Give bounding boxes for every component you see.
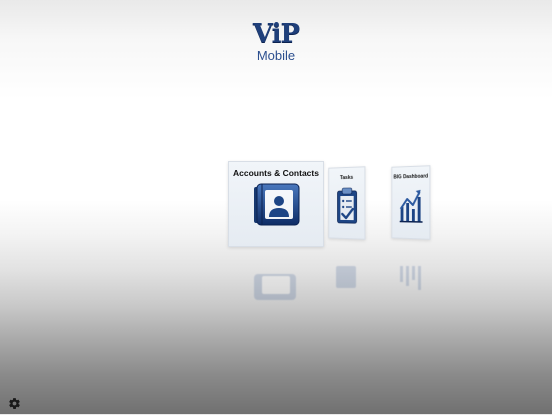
tile-reflection [400,266,421,290]
tile-label: Tasks [339,174,354,182]
address-book-icon [254,183,300,226]
gear-icon [9,398,20,409]
clipboard-check-icon [337,187,358,225]
module-carousel: Accounts & Contacts Tasks BIG Dashboard [0,0,552,414]
tile-big-dashboard[interactable]: BIG Dashboard [391,165,431,240]
tile-label: BIG Dashboard [393,173,429,181]
tile-reflection [336,266,356,288]
tile-reflection [254,274,296,300]
tile-tasks[interactable]: Tasks [328,166,366,240]
settings-button[interactable] [8,397,21,410]
growth-chart-icon [399,189,423,223]
tile-accounts-contacts[interactable]: Accounts & Contacts [228,161,324,247]
tile-label: Accounts & Contacts [233,168,319,178]
